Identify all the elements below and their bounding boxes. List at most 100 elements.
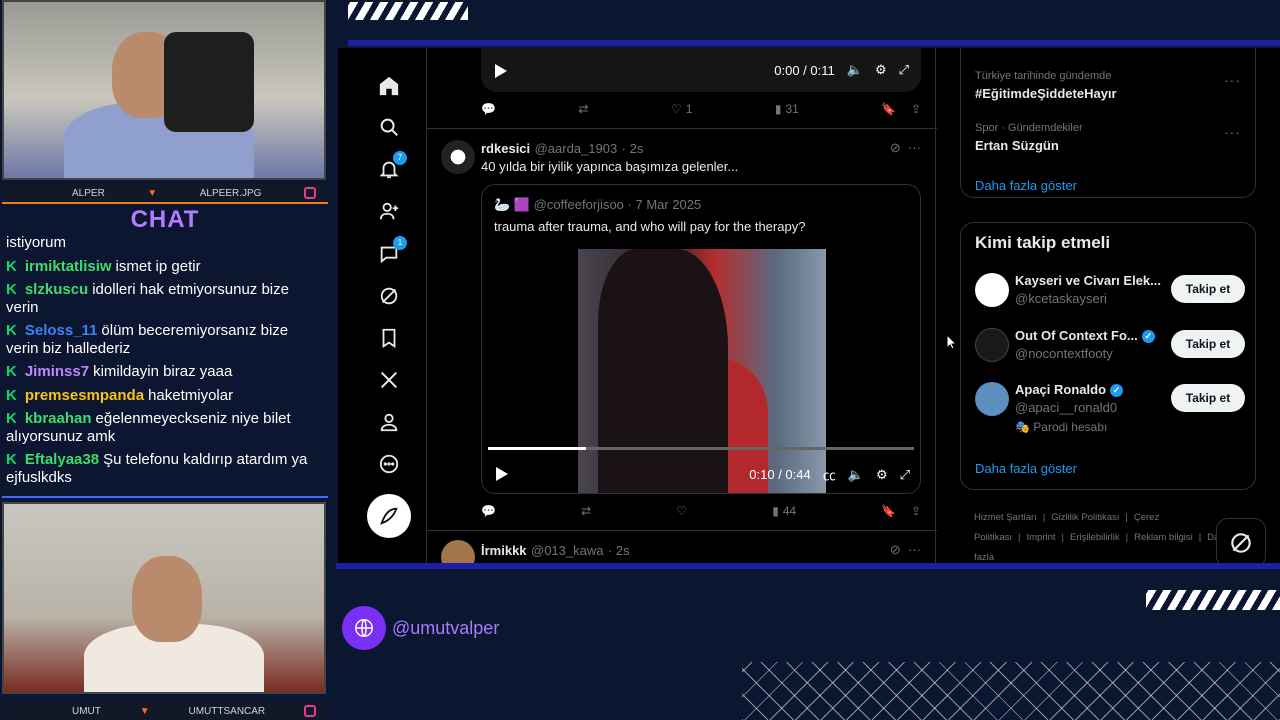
show-more-link[interactable]: Daha fazla göster: [975, 461, 1077, 476]
instagram-icon: [304, 187, 316, 199]
follow-icon[interactable]: [377, 199, 401, 223]
video-progress-bar[interactable]: [488, 447, 914, 450]
tweet-handle[interactable]: @aarda_1903: [535, 141, 618, 156]
home-icon[interactable]: [377, 74, 401, 98]
trend-item[interactable]: Spor · Gündemdekiler Ertan Süzgün: [975, 122, 1083, 153]
footer-link[interactable]: Erişilebilirlik: [1070, 532, 1120, 543]
trend-item[interactable]: Türkiye tarihinde gündemde #EğitimdeŞidd…: [975, 70, 1117, 101]
views-button[interactable]: ▮ 31: [775, 102, 799, 116]
chat-message: K Eftalyaa38 Şu telefonu kaldırıp atardım …: [6, 451, 324, 486]
bookmarks-icon[interactable]: [377, 326, 401, 350]
trend-category: Spor · Gündemdekiler: [975, 122, 1083, 134]
share-icon[interactable]: ⇪: [911, 102, 921, 116]
chat-username: Eftalyaa38: [24, 451, 100, 468]
quote-video[interactable]: 0:10 / 0:44 ㏄ 🔈 ⚙ ⤢: [482, 249, 920, 493]
tweet-author[interactable]: İrmikkk: [481, 543, 527, 558]
volume-icon[interactable]: 🔈: [848, 467, 864, 483]
chat-username: slzkuscu: [24, 281, 89, 298]
bookmark-icon[interactable]: 🔖: [881, 102, 896, 116]
show-more-link[interactable]: Daha fazla göster: [975, 178, 1077, 193]
more-icon[interactable]: [377, 452, 401, 476]
stream-left-column: ALPER ▼ ALPEER.JPG CHAT istiyorum Kirmik…: [0, 0, 332, 720]
profile-icon[interactable]: [377, 410, 401, 434]
footer-link[interactable]: Imprint: [1026, 532, 1055, 543]
play-icon[interactable]: [495, 64, 507, 78]
chevron-down-icon: ▼: [147, 187, 158, 199]
reply-icon[interactable]: 💬: [481, 504, 496, 518]
divider: [427, 128, 937, 129]
cam-name: UMUT: [72, 705, 101, 717]
person-bottom-head: [132, 556, 202, 642]
tweet-handle[interactable]: @013_kawa: [531, 543, 603, 558]
compose-post-button[interactable]: [367, 494, 411, 538]
account-handle: @apaci__ronald0: [1015, 400, 1118, 415]
tweet-author[interactable]: rdkesici: [481, 141, 530, 156]
video-time: 0:10 / 0:44: [749, 467, 811, 482]
account-name: Apaçi Ronaldo: [1015, 382, 1107, 397]
follow-button[interactable]: Takip et: [1171, 330, 1245, 358]
follow-button[interactable]: Takip et: [1171, 384, 1245, 412]
grok-icon[interactable]: ⊘: [890, 542, 901, 557]
chat-title: CHAT: [130, 206, 200, 233]
social-handle: @umutvalper: [342, 606, 499, 650]
captions-icon[interactable]: ㏄: [823, 465, 836, 484]
retweet-icon[interactable]: ⇄: [578, 102, 588, 116]
footer-link[interactable]: Hizmet Şartları: [974, 512, 1037, 523]
chat-username: Seloss_11: [24, 322, 98, 339]
reply-icon[interactable]: 💬: [481, 102, 496, 116]
settings-icon[interactable]: ⚙: [876, 467, 888, 483]
quote-tweet[interactable]: 🦢 🟪 @coffeeforjisoo · 7 Mar 2025 trauma …: [481, 184, 921, 494]
messages-icon[interactable]: 1: [377, 236, 407, 266]
chat-partial: istiyorum: [6, 234, 67, 251]
like-button[interactable]: ♡ 1: [671, 102, 692, 116]
footer-link[interactable]: Reklam bilgisi: [1134, 532, 1193, 543]
more-dots-icon[interactable]: ···: [908, 140, 921, 155]
follow-suggestion[interactable]: Kayseri ve Civarı Elek... @kcetaskayseri…: [975, 271, 1245, 311]
quote-avatar: 🦢 🟪: [494, 197, 530, 212]
gaming-chair: [164, 32, 254, 132]
chevron-down-icon: ▼: [139, 705, 150, 717]
more-dots-icon[interactable]: ···: [908, 542, 921, 557]
account-handle: @nocontextfooty: [1015, 346, 1113, 361]
fullscreen-icon[interactable]: ⤢: [899, 62, 909, 78]
tweet-header: İrmikkk @013_kawa · 2s: [481, 542, 630, 560]
chat-text: haketmiyolar: [148, 386, 234, 404]
kick-badge-icon: K: [6, 322, 17, 339]
notifications-icon[interactable]: 7: [377, 151, 407, 181]
bookmark-icon[interactable]: 🔖: [881, 504, 896, 518]
play-icon[interactable]: [496, 467, 508, 481]
more-dots-icon[interactable]: ···: [1224, 72, 1241, 88]
chat-message: Kslzkuscu idolleri hak etmiyorsunuz bize …: [6, 281, 324, 316]
share-icon[interactable]: ⇪: [911, 504, 921, 518]
follow-suggestion[interactable]: Apaçi Ronaldo ✓ @apaci__ronald0 🎭 Parodi …: [975, 380, 1245, 440]
webcam-bottom: [2, 502, 326, 694]
grok-icon[interactable]: ⊘: [890, 140, 901, 155]
follow-button[interactable]: Takip et: [1171, 275, 1245, 303]
avatar[interactable]: [441, 140, 475, 174]
retweet-icon[interactable]: ⇄: [581, 504, 591, 518]
grok-icon[interactable]: [377, 284, 401, 308]
footer-link[interactable]: Gizlilik Politikası: [1051, 512, 1119, 523]
chat-message: Kkbraahan eğelenmeyeckseniz niye bilet al…: [6, 410, 324, 445]
footer-separator: |: [1018, 532, 1021, 543]
avatar[interactable]: [441, 540, 475, 563]
video-frame: [578, 249, 826, 493]
volume-icon[interactable]: 🔈: [847, 62, 863, 78]
x-window: 7 1 0:00 / 0:11 🔈 ⚙ ⤢ 💬 ⇄ ♡ 1 ▮ 31 🔖 ⇪ r…: [338, 48, 1280, 563]
kick-badge-icon: K: [6, 386, 17, 404]
footer-separator: |: [1125, 512, 1128, 523]
kick-badge-icon: K: [6, 281, 17, 298]
more-dots-icon[interactable]: ···: [1224, 124, 1241, 140]
video-player-top[interactable]: 0:00 / 0:11 🔈 ⚙ ⤢: [481, 48, 921, 92]
instagram-icon: [304, 705, 316, 717]
follow-suggestion[interactable]: Out Of Context Fo... ✓ @nocontextfooty Ta…: [975, 326, 1245, 366]
chat-panel: CHAT istiyorum Kirmiktatlisiw ismet ip ge…: [2, 202, 328, 498]
fullscreen-icon[interactable]: ⤢: [900, 467, 910, 483]
chat-message: Kpremsesmpanda haketmiyolar: [6, 387, 324, 405]
settings-icon[interactable]: ⚙: [875, 62, 887, 78]
views-button[interactable]: ▮ 44: [772, 504, 796, 518]
like-icon[interactable]: ♡: [676, 504, 687, 518]
grok-floating-button[interactable]: [1216, 518, 1266, 563]
search-icon[interactable]: [377, 115, 401, 139]
x-logo-icon[interactable]: [377, 368, 401, 392]
